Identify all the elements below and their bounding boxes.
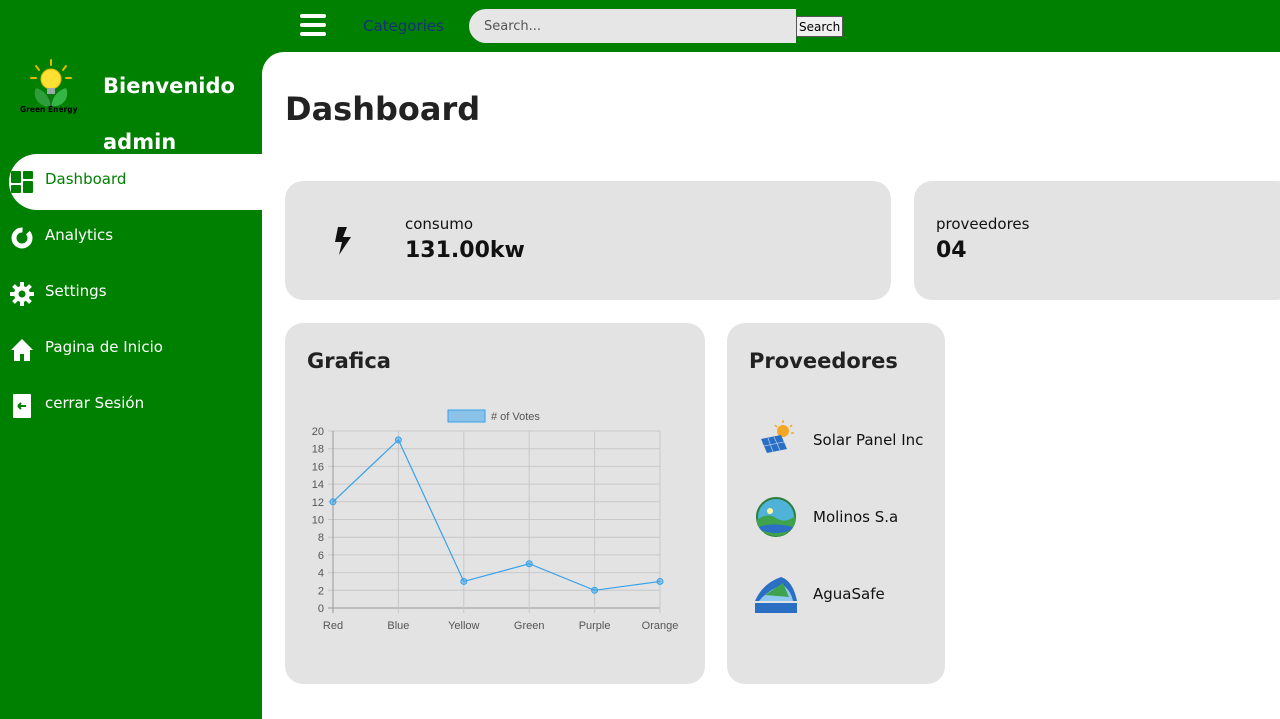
lightning-icon — [335, 227, 351, 255]
line-chart: 0 2 4 6 8 10 12 14 16 18 20 Red Blue Yellow Green Purpl… — [312, 409, 679, 632]
x-tick-label: Blue — [387, 620, 409, 632]
providers-title: Proveedores — [749, 349, 898, 373]
solar-panel-logo — [761, 420, 794, 453]
legend-swatch — [447, 409, 486, 423]
chart-card: Grafica 0 2 4 6 8 10 12 14 16 18 20 Red Blue Yellow Gr… — [285, 323, 705, 684]
stat-value: 131.00kw — [405, 238, 525, 263]
provider-item[interactable]: AguaSafe — [753, 571, 885, 617]
sidebar-item-logout[interactable]: cerrar Sesión — [0, 378, 262, 434]
stat-card-consumo: consumo 131.00kw — [285, 181, 891, 300]
gear-icon — [10, 282, 34, 306]
provider-item[interactable]: Solar Panel Inc — [753, 417, 923, 463]
menu-toggle-icon[interactable] — [300, 14, 326, 36]
data-point — [329, 498, 337, 506]
data-point — [525, 560, 533, 568]
x-tick-label: Purple — [579, 620, 611, 632]
sidebar-item-home[interactable]: Pagina de Inicio — [0, 322, 262, 378]
stat-label: proveedores — [936, 215, 1030, 233]
main-content: Dashboard consumo 131.00kw proveedores 0… — [262, 52, 1280, 719]
donut-chart-icon — [10, 226, 34, 250]
y-tick-label: 6 — [318, 550, 324, 562]
sidebar-item-label: cerrar Sesión — [45, 394, 145, 412]
logo-text: Green Energy — [20, 105, 78, 114]
y-tick-label: 14 — [312, 479, 324, 491]
sidebar-item-label: Settings — [45, 282, 107, 300]
stat-card-proveedores: proveedores 04 — [914, 181, 1280, 300]
search-button[interactable]: Search — [796, 16, 844, 37]
x-tick-label: Green — [514, 620, 545, 632]
sidebar-item-label: Pagina de Inicio — [45, 338, 163, 356]
logout-icon — [10, 394, 34, 418]
y-tick-label: 16 — [312, 461, 324, 473]
legend-label: # of Votes — [491, 411, 540, 423]
provider-name: Molinos S.a — [813, 508, 899, 526]
sidebar-item-label: Dashboard — [45, 170, 127, 188]
categories-link[interactable]: Categories — [363, 17, 444, 35]
provider-name: Solar Panel Inc — [813, 431, 924, 449]
sidebar-item-label: Analytics — [45, 226, 114, 244]
top-bar: Categories Search — [262, 0, 1280, 52]
y-tick-label: 12 — [312, 497, 324, 509]
sidebar-nav: Dashboard Analytics Settings Pagina de I… — [0, 154, 262, 434]
search-input[interactable] — [469, 9, 796, 43]
x-tick-label: Yellow — [448, 620, 479, 632]
y-tick-label: 2 — [318, 585, 324, 597]
sidebar-item-dashboard[interactable]: Dashboard — [9, 154, 262, 210]
y-tick-label: 4 — [318, 568, 324, 580]
welcome-line-1: Bienvenido — [103, 74, 235, 98]
stat-value: 04 — [936, 238, 967, 263]
series-line — [332, 438, 661, 591]
data-point — [656, 577, 664, 585]
aguasafe-logo — [755, 577, 797, 613]
x-tick-label: Red — [323, 620, 343, 632]
home-icon — [10, 338, 34, 362]
y-tick-label: 18 — [312, 444, 324, 456]
y-tick-label: 20 — [312, 426, 324, 438]
dashboard-grid-icon — [10, 170, 34, 194]
page-title: Dashboard — [285, 90, 481, 128]
y-tick-label: 10 — [312, 515, 324, 527]
provider-name: AguaSafe — [813, 585, 885, 603]
sidebar-item-analytics[interactable]: Analytics — [0, 210, 262, 266]
sidebar-item-settings[interactable]: Settings — [0, 266, 262, 322]
y-tick-label: 0 — [318, 603, 324, 615]
data-point — [394, 436, 402, 444]
stat-label: consumo — [405, 215, 474, 233]
x-tick-label: Orange — [642, 620, 679, 632]
data-point — [591, 586, 599, 594]
molinos-logo — [756, 497, 796, 537]
data-point — [460, 577, 468, 585]
providers-card: Proveedores Solar Panel Inc Molinos S.a — [727, 323, 945, 684]
provider-item[interactable]: Molinos S.a — [753, 494, 898, 540]
y-tick-label: 8 — [318, 532, 324, 544]
chart-card-title: Grafica — [307, 349, 391, 373]
sidebar: Green Energy Bienvenido admin Dashboard … — [0, 0, 262, 719]
